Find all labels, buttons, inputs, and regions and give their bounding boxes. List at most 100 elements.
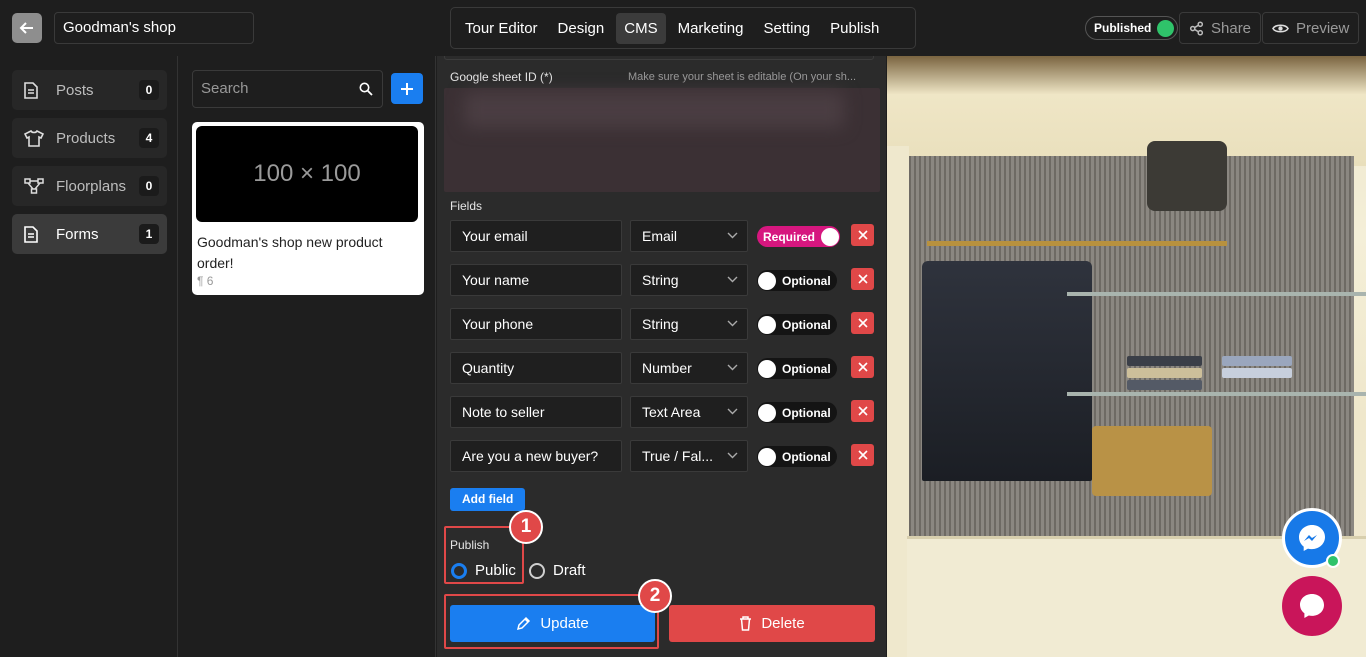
close-icon (857, 318, 868, 328)
remove-field-button[interactable] (851, 312, 874, 334)
field-name-input[interactable]: Are you a new buyer? (450, 440, 622, 472)
field-type-value: Text Area (642, 404, 701, 420)
annotation-badge-1: 1 (509, 510, 543, 544)
publish-draft-radio[interactable]: Draft (529, 562, 586, 579)
published-status-toggle[interactable]: Published (1085, 16, 1179, 40)
required-toggle[interactable]: Optional (757, 270, 837, 291)
count-badge: 0 (139, 80, 159, 100)
required-toggle[interactable]: Optional (757, 358, 837, 379)
close-icon (857, 362, 868, 372)
field-type-select[interactable]: Email (630, 220, 748, 252)
chevron-down-icon (727, 364, 738, 371)
radio-circle (529, 562, 545, 579)
back-button[interactable] (12, 13, 42, 43)
form-card[interactable]: 100 × 100 Goodman's shop new product ord… (192, 122, 424, 295)
sidebar-item-products[interactable]: Products 4 (12, 118, 167, 158)
form-card-title: Goodman's shop new product order! (197, 234, 383, 271)
main-nav-tabs: Tour Editor Design CMS Marketing Setting… (450, 7, 916, 49)
tab-publish[interactable]: Publish (822, 13, 887, 44)
close-icon (857, 406, 868, 416)
field-type-select[interactable]: Number (630, 352, 748, 384)
field-name-input[interactable]: Your email (450, 220, 622, 252)
close-icon (857, 230, 868, 240)
required-toggle[interactable]: Optional (757, 402, 837, 423)
sidebar-item-floorplans[interactable]: Floorplans 0 (12, 166, 167, 206)
tab-setting[interactable]: Setting (755, 13, 818, 44)
document-icon (24, 81, 46, 99)
add-form-button[interactable] (391, 73, 423, 104)
close-icon (857, 450, 868, 460)
plus-icon (401, 82, 413, 95)
chevron-down-icon (727, 320, 738, 327)
field-type-value: True / Fal... (642, 448, 714, 464)
top-bar: Goodman's shop Tour Editor Design CMS Ma… (0, 0, 1366, 56)
field-type-select[interactable]: Text Area (630, 396, 748, 428)
delete-button[interactable]: Delete (669, 605, 875, 642)
share-icon (1189, 20, 1204, 36)
field-row: Your phone String Optional (450, 308, 880, 340)
field-name-input[interactable]: Note to seller (450, 396, 622, 428)
field-row: Your name String Optional (450, 264, 880, 296)
field-name-input[interactable]: Quantity (450, 352, 622, 384)
preview-folded-shirt (1222, 356, 1292, 366)
field-type-select[interactable]: String (630, 264, 748, 296)
form-icon (24, 225, 46, 243)
eye-icon (1272, 24, 1289, 32)
sidebar-item-posts[interactable]: Posts 0 (12, 70, 167, 110)
field-name-input[interactable]: Your phone (450, 308, 622, 340)
redacted-value (464, 92, 844, 128)
toggle-knob (758, 403, 776, 422)
chat-button[interactable] (1282, 576, 1342, 636)
tab-marketing[interactable]: Marketing (670, 13, 752, 44)
trash-icon (740, 616, 752, 631)
toggle-label: Optional (782, 273, 831, 288)
chevron-down-icon (727, 452, 738, 459)
preview-glass-shelf (1067, 392, 1366, 396)
google-sheet-id-label: Google sheet ID (*) (450, 70, 553, 84)
toggle-label: Required (763, 229, 816, 244)
sidebar-item-forms[interactable]: Forms 1 (12, 214, 167, 254)
required-toggle[interactable]: Required (757, 226, 841, 247)
cms-sidebar: Posts 0 Products 4 Floorplans 0 Forms 1 (0, 56, 178, 657)
tab-design[interactable]: Design (550, 13, 613, 44)
preview-button[interactable]: Preview (1262, 12, 1360, 44)
status-label: Published (1094, 21, 1152, 35)
chevron-down-icon (727, 232, 738, 239)
remove-field-button[interactable] (851, 400, 874, 422)
field-type-select[interactable]: String (630, 308, 748, 340)
tab-tour-editor[interactable]: Tour Editor (457, 13, 546, 44)
preview-clothes-rail (927, 241, 1227, 246)
remove-field-button[interactable] (851, 268, 874, 290)
forms-list-panel: Search 100 × 100 Goodman's shop new prod… (179, 56, 436, 657)
tour-preview-image[interactable] (887, 56, 1366, 657)
required-toggle[interactable]: Optional (757, 314, 837, 335)
field-type-value: String (642, 272, 679, 288)
toggle-knob (758, 315, 776, 334)
field-row: Your email Email Required (450, 220, 880, 252)
search-input[interactable]: Search (192, 70, 383, 108)
fields-label: Fields (450, 199, 483, 213)
add-field-button[interactable]: Add field (450, 488, 526, 511)
form-thumbnail: 100 × 100 (196, 126, 418, 222)
preview-folded-shirt (1127, 368, 1202, 378)
google-sheet-id-input[interactable] (444, 88, 880, 192)
tab-cms[interactable]: CMS (616, 12, 666, 44)
preview-folded-shirt (1127, 356, 1202, 366)
arrow-left-icon (19, 22, 33, 34)
required-toggle[interactable]: Optional (757, 446, 837, 467)
share-label: Share (1211, 19, 1252, 37)
field-type-select[interactable]: True / Fal... (630, 440, 748, 472)
share-button[interactable]: Share (1179, 12, 1262, 44)
delete-label: Delete (761, 615, 805, 632)
preview-bag (1147, 141, 1227, 211)
sidebar-item-label: Forms (56, 225, 99, 243)
tshirt-icon (24, 129, 46, 147)
project-name-input[interactable]: Goodman's shop (54, 12, 254, 44)
remove-field-button[interactable] (851, 356, 874, 378)
remove-field-button[interactable] (851, 444, 874, 466)
preview-label: Preview (1296, 19, 1350, 37)
sidebar-item-label: Posts (56, 81, 94, 99)
remove-field-button[interactable] (851, 224, 874, 246)
toggle-label: Optional (782, 449, 831, 464)
field-name-input[interactable]: Your name (450, 264, 622, 296)
